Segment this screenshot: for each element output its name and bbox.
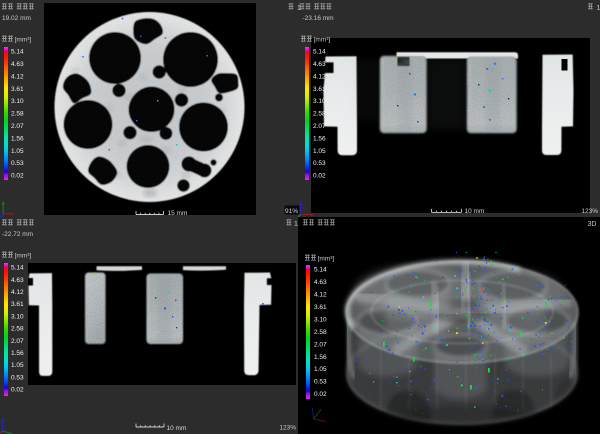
svg-text:4.12: 4.12	[313, 73, 326, 80]
svg-text:1.05: 1.05	[313, 148, 326, 155]
svg-text:0.02: 0.02	[314, 391, 327, 398]
svg-text:[mm³]: [mm³]	[318, 256, 335, 263]
svg-text:[mm³]: [mm³]	[314, 37, 331, 44]
svg-text:1.05: 1.05	[11, 148, 24, 155]
svg-text:19.02 mm: 19.02 mm	[2, 15, 31, 22]
svg-text:3D: 3D	[588, 221, 597, 228]
svg-text:-22.72 mm: -22.72 mm	[2, 231, 33, 238]
svg-text:0.02: 0.02	[11, 387, 24, 394]
svg-text:2.07: 2.07	[314, 341, 327, 348]
svg-text:4.12: 4.12	[314, 292, 327, 299]
svg-text:0.53: 0.53	[313, 160, 326, 167]
svg-text:4.12: 4.12	[11, 73, 24, 80]
svg-text:2.58: 2.58	[313, 111, 326, 118]
svg-text:0.02: 0.02	[11, 173, 24, 180]
svg-text:4.63: 4.63	[11, 61, 24, 68]
svg-text:4.12: 4.12	[11, 289, 24, 296]
svg-text:3.10: 3.10	[313, 98, 326, 105]
svg-text:1.05: 1.05	[314, 366, 327, 373]
svg-text:4.63: 4.63	[314, 279, 327, 286]
svg-text:1: 1	[596, 5, 600, 12]
svg-text:-23.16 mm: -23.16 mm	[303, 15, 334, 22]
svg-text:1: 1	[294, 221, 298, 228]
svg-text:3.10: 3.10	[11, 313, 24, 320]
svg-text:0.53: 0.53	[314, 379, 327, 386]
svg-text:2.07: 2.07	[11, 123, 24, 130]
svg-text:2.07: 2.07	[11, 338, 24, 345]
svg-text:[mm³]: [mm³]	[15, 253, 32, 260]
svg-text:0.53: 0.53	[11, 160, 24, 167]
svg-text:4.63: 4.63	[313, 61, 326, 68]
svg-text:123%: 123%	[279, 424, 296, 431]
svg-text:5.14: 5.14	[11, 265, 24, 272]
svg-text:3.61: 3.61	[314, 304, 327, 311]
svg-text:3.61: 3.61	[11, 86, 24, 93]
svg-text:2.07: 2.07	[313, 123, 326, 130]
svg-text:91%: 91%	[285, 208, 298, 215]
svg-text:123%: 123%	[581, 208, 598, 215]
svg-text:10 mm: 10 mm	[167, 425, 187, 432]
svg-text:1.56: 1.56	[11, 350, 24, 357]
svg-text:10 mm: 10 mm	[465, 208, 485, 215]
svg-text:0.02: 0.02	[313, 173, 326, 180]
svg-text:3.61: 3.61	[11, 301, 24, 308]
svg-text:2.58: 2.58	[11, 111, 24, 118]
svg-text:15 mm: 15 mm	[168, 210, 188, 217]
svg-text:5.14: 5.14	[313, 49, 326, 56]
svg-text:1.56: 1.56	[314, 354, 327, 361]
svg-text:1.56: 1.56	[313, 135, 326, 142]
svg-text:1.05: 1.05	[11, 362, 24, 369]
svg-text:4.63: 4.63	[11, 277, 24, 284]
svg-text:3.61: 3.61	[313, 86, 326, 93]
svg-text:0.53: 0.53	[11, 374, 24, 381]
svg-text:1.56: 1.56	[11, 135, 24, 142]
svg-text:5.14: 5.14	[11, 49, 24, 56]
svg-text:5.14: 5.14	[314, 267, 327, 274]
svg-text:2.58: 2.58	[11, 326, 24, 333]
svg-text:[mm³]: [mm³]	[15, 37, 32, 44]
svg-text:3.10: 3.10	[314, 316, 327, 323]
svg-text:3.10: 3.10	[11, 98, 24, 105]
svg-text:2.58: 2.58	[314, 329, 327, 336]
